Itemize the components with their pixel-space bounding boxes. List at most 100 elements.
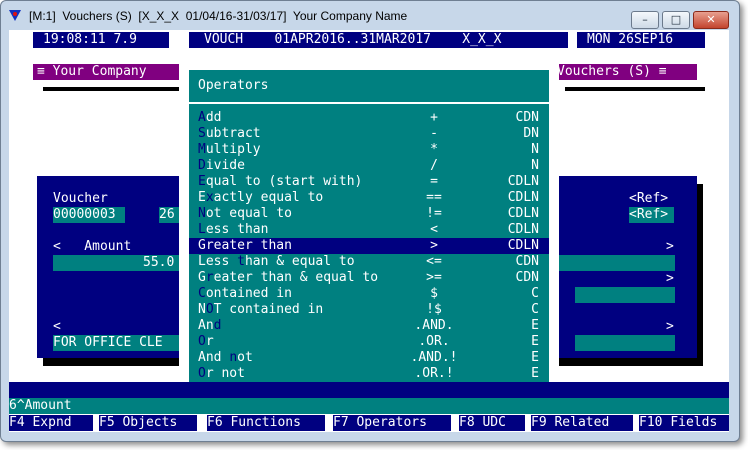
operator-codes: CDLN [507,238,539,253]
company-window-header[interactable]: ≡ Your Company [33,64,187,80]
fkey-button[interactable]: F6 Functions [207,415,325,431]
operator-item[interactable]: Less than & equal to <= CDN [189,254,549,270]
close-button[interactable]: ✕ [693,11,729,29]
detail-scroll-right[interactable]: > [666,319,674,335]
voucher-number-field[interactable]: 00000003 [53,207,125,223]
app-window: [M:1] Vouchers (S) [X_X_X 01/04/16-31/03… [0,0,740,442]
voucher-label: Voucher [53,191,108,206]
window-title: [M:1] Vouchers (S) [X_X_X 01/04/16-31/03… [29,9,408,23]
operator-label-prefix: E [198,190,206,205]
company-window-shadow [43,87,195,91]
operator-symbol: / [430,158,438,173]
fkey-button[interactable]: F8 UDC [459,415,525,431]
operator-label: Contained in [198,286,292,302]
operator-item[interactable]: And .AND. E [189,318,549,334]
operator-label-prefix: And [198,350,230,365]
operator-item[interactable]: Less than < CDLN [189,222,549,238]
fkey-label: Related [554,415,610,430]
date-segment: MON 26SEP16 [577,32,705,48]
operator-item[interactable]: Exactly equal to == CDLN [189,190,549,206]
operator-codes: CDLN [507,190,539,205]
operator-symbol: + [430,110,438,125]
operator-codes: E [531,350,539,365]
fkey-key: F6 [207,415,223,430]
operator-item[interactable]: Or .OR. E [189,334,549,350]
row-scroll-right[interactable]: > [666,271,674,287]
operator-symbol: != [426,206,442,221]
operator-symbol: >= [426,270,442,285]
operator-label-prefix: G [198,270,206,285]
operator-label-rest: ess than [205,222,269,237]
fkey-button[interactable]: F9 Related [531,415,633,431]
fkey-key: F9 [531,415,547,430]
row-field[interactable] [575,287,675,303]
operator-label: Divide [198,158,245,174]
operator-item[interactable]: Divide / N [189,158,549,174]
operator-item[interactable]: Equal to (start with) = CDLN [189,174,549,190]
operator-item[interactable]: Greater than & equal to >= CDN [189,270,549,286]
fkey-button[interactable]: F7 Operators [333,415,451,431]
operator-item[interactable]: NOT contained in !$ C [189,302,549,318]
operator-label: Or [198,334,214,350]
fkey-label: Expnd [32,415,72,430]
operator-symbol: > [430,238,438,253]
operator-item[interactable]: Greater than > CDLN [189,238,549,254]
fkey-key: F10 [639,415,663,430]
operator-item[interactable]: Add + CDN [189,110,549,126]
office-field-right[interactable] [575,335,675,351]
operator-hotkey: S [198,126,206,141]
minimize-button[interactable]: – [631,11,659,29]
operator-label: Less than & equal to [198,254,355,270]
field-line: 6^Amount [9,398,729,414]
operator-label: Equal to (start with) [198,174,362,190]
operator-item[interactable]: Or not .OR.! E [189,366,549,382]
amount-value[interactable]: 55.0 [143,255,174,271]
operator-label-rest: reater than [205,238,292,253]
fkey-button[interactable]: F4 Expnd [9,415,93,431]
operator-item[interactable]: Multiply * N [189,142,549,158]
operator-codes: CDLN [507,174,539,189]
vouchers-window-header[interactable]: Vouchers (S) ≡ [553,64,697,80]
operator-codes: DN [523,126,539,141]
operator-symbol: .AND. [414,318,454,333]
operator-hotkey: x [205,190,214,205]
amount-scroll-right[interactable]: > [666,239,674,255]
fkey-button[interactable]: F5 Objects [99,415,197,431]
operator-symbol: .AND.! [410,350,458,365]
fkey-button[interactable]: F10 Fields [639,415,729,431]
operator-symbol: .OR. [418,334,450,349]
function-key-bar: F4 Expnd F5 Objects F6 Functions F7 Operato… [9,414,729,432]
operator-label: Multiply [198,142,261,158]
operator-label: Subtract [198,126,261,142]
operator-hotkey: C [198,286,206,301]
operator-item[interactable]: Subtract - DN [189,126,549,142]
fkey-label: Functions [230,415,301,430]
operator-item[interactable]: Not equal to != CDLN [189,206,549,222]
operator-item[interactable]: And not .AND.! E [189,350,549,366]
ref-label: <Ref> [629,191,669,206]
operator-label-prefix: N [198,302,206,317]
operator-item[interactable]: Contained in $ C [189,286,549,302]
operators-divider [189,102,549,104]
operator-label-rest: ivide [205,158,245,173]
operator-label-prefix: Less [198,254,238,269]
operator-label-rest: r not [205,366,245,381]
operator-hotkey: L [198,222,206,237]
operator-hotkey: O [205,302,214,317]
operator-label-rest: ultiply [205,142,261,157]
ref-field[interactable]: <Ref> [629,207,674,223]
operator-label: And [198,318,221,334]
operator-hotkey: N [198,206,206,221]
operator-hotkey: O [198,366,206,381]
title-bar[interactable]: [M:1] Vouchers (S) [X_X_X 01/04/16-31/03… [1,1,739,31]
operator-label-rest: han & equal to [244,254,355,269]
operator-label: NOT contained in [198,302,323,318]
fkey-label: Operators [356,415,427,430]
operator-codes: N [531,158,539,173]
fkey-label: Fields [670,415,718,430]
operator-label-rest: qual to (start with) [205,174,363,189]
operator-hotkey: d [213,318,222,333]
detail-scroll-left[interactable]: < [53,319,61,335]
maximize-button[interactable]: □ [662,11,690,29]
operator-codes: CDLN [507,222,539,237]
